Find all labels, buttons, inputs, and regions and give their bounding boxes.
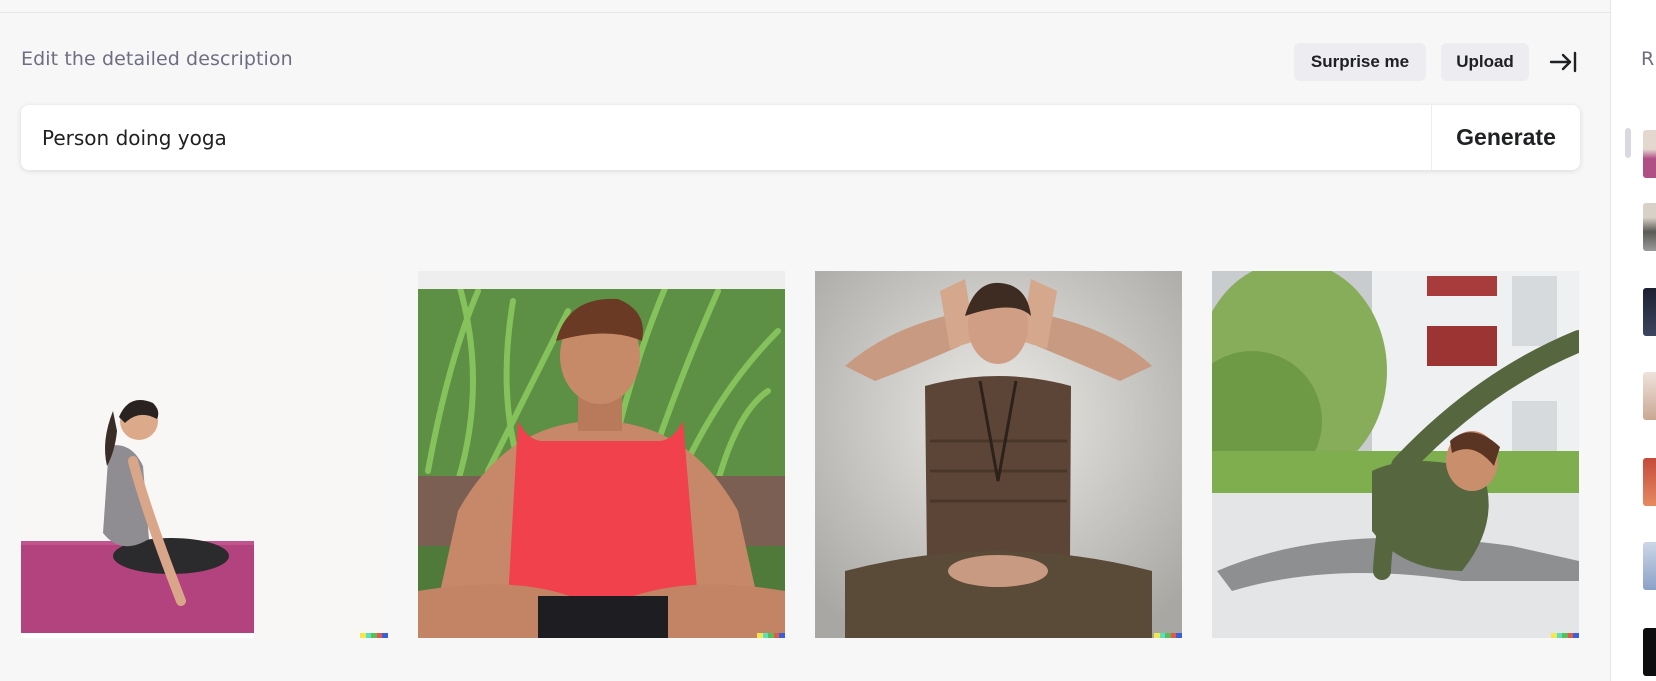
section-label: Edit the detailed description bbox=[21, 48, 293, 70]
history-panel: R bbox=[1610, 0, 1656, 681]
editor-main: Edit the detailed description Surprise m… bbox=[0, 0, 1610, 681]
signature-stripe bbox=[757, 633, 785, 638]
generate-button[interactable]: Generate bbox=[1432, 105, 1580, 170]
history-thumb-4[interactable] bbox=[1643, 372, 1656, 420]
history-thumb-3[interactable] bbox=[1643, 288, 1656, 336]
history-scrollbar[interactable] bbox=[1625, 128, 1631, 158]
collapse-panel-button[interactable] bbox=[1546, 48, 1580, 76]
signature-stripe bbox=[1551, 633, 1579, 638]
signature-stripe bbox=[1154, 633, 1182, 638]
history-thumb-6[interactable] bbox=[1643, 542, 1656, 590]
prompt-bar: Person doing yoga Generate bbox=[21, 105, 1580, 170]
surprise-me-button[interactable]: Surprise me bbox=[1294, 43, 1426, 81]
result-image-4[interactable] bbox=[1212, 271, 1579, 638]
upload-button[interactable]: Upload bbox=[1441, 43, 1529, 81]
result-image-2[interactable] bbox=[418, 271, 785, 638]
prompt-input[interactable]: Person doing yoga bbox=[21, 105, 1431, 170]
history-thumb-2[interactable] bbox=[1643, 203, 1656, 251]
result-image-3[interactable] bbox=[815, 271, 1182, 638]
history-thumb-7[interactable] bbox=[1643, 628, 1656, 676]
history-title: R bbox=[1641, 48, 1655, 70]
arrow-right-to-bar-icon bbox=[1549, 51, 1577, 73]
history-thumb-5[interactable] bbox=[1643, 458, 1656, 506]
result-image-1[interactable] bbox=[21, 271, 388, 638]
signature-stripe bbox=[360, 633, 388, 638]
history-thumb-1[interactable] bbox=[1643, 130, 1656, 178]
